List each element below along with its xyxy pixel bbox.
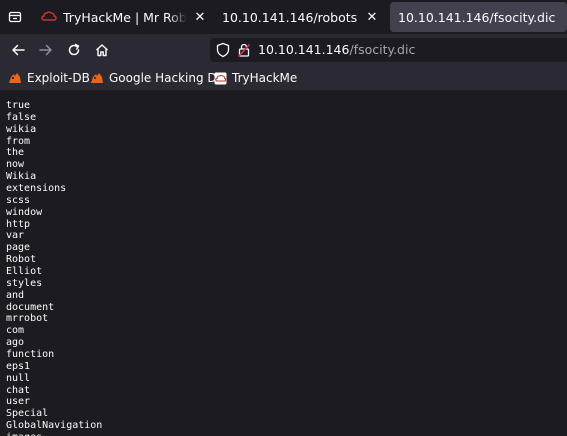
word-line: chat <box>6 384 31 396</box>
word-line: mrrobot <box>6 313 49 325</box>
word-line: GlobalNavigation <box>6 420 103 432</box>
url-host: 10.10.141.146 <box>258 42 350 57</box>
word-line: Elliot <box>6 266 43 278</box>
word-line: wikia <box>6 123 37 135</box>
close-tab-icon[interactable]: ✕ <box>364 9 380 25</box>
word-line: eps1 <box>6 360 31 372</box>
word-line: Special <box>6 408 49 420</box>
dictionary-word-list: true false wikia from the now Wikia extensions s… <box>0 90 567 436</box>
word-line: ago <box>6 337 25 349</box>
home-button[interactable] <box>90 38 114 62</box>
tab-title: 10.10.141.146/fsocity.dic <box>398 9 556 25</box>
word-line: window <box>6 206 43 218</box>
url-path: /fsocity.dic <box>349 42 416 57</box>
back-button[interactable] <box>6 38 30 62</box>
word-line: null <box>6 372 31 384</box>
list-all-tabs-button[interactable] <box>0 0 30 34</box>
word-line: the <box>6 147 25 159</box>
tryhackme-icon <box>214 72 227 85</box>
tab-strip: TryHackMe | Mr Robot CTF ✕ 10.10.141.146… <box>0 0 567 34</box>
home-icon <box>96 44 108 57</box>
bookmark-google-hacking-db[interactable]: Google Hacking DB <box>90 69 225 87</box>
arrow-right-icon <box>39 44 52 56</box>
bookmark-exploit-db[interactable]: Exploit-DB <box>8 69 90 87</box>
bookmark-label: TryHackMe <box>232 71 298 85</box>
tab-title: TryHackMe | Mr Robot CTF <box>63 9 187 25</box>
tab-fsocity-dic[interactable]: 10.10.141.146/fsocity.dic <box>390 2 567 32</box>
tab-tryhackme[interactable]: TryHackMe | Mr Robot CTF ✕ <box>34 2 214 32</box>
exploit-db-icon <box>8 72 22 84</box>
word-line: user <box>6 396 31 408</box>
arrow-left-icon <box>12 44 25 56</box>
word-line: document <box>6 301 55 313</box>
word-line: styles <box>6 277 43 289</box>
word-line: com <box>6 325 25 337</box>
word-line: page <box>6 242 31 254</box>
tryhackme-favicon-icon <box>41 10 57 24</box>
word-line: scss <box>6 194 31 206</box>
page-content: true false wikia from the now Wikia extensions s… <box>0 90 567 436</box>
word-line: function <box>6 349 55 361</box>
ghdb-icon <box>90 72 104 84</box>
tab-list-icon <box>8 11 22 23</box>
tab-title: 10.10.141.146/robots <box>222 9 358 25</box>
word-line: now <box>6 159 25 171</box>
close-tab-icon[interactable]: ✕ <box>192 9 208 25</box>
forward-button[interactable] <box>34 38 58 62</box>
word-line: extensions <box>6 183 67 195</box>
word-line: images <box>6 432 567 436</box>
word-line: and <box>6 289 25 301</box>
bookmark-tryhackme[interactable]: TryHackMe <box>214 69 297 87</box>
word-line: true <box>6 100 31 111</box>
word-line: Robot <box>6 254 37 266</box>
word-line: Wikia <box>6 171 37 183</box>
shield-icon[interactable] <box>216 42 230 62</box>
reload-icon <box>68 43 80 56</box>
word-line: var <box>6 230 25 242</box>
word-line: http <box>6 218 31 230</box>
bookmark-label: Google Hacking DB <box>109 71 225 85</box>
address-bar[interactable]: 10.10.141.146/fsocity.dic <box>210 38 567 62</box>
tab-robots[interactable]: 10.10.141.146/robots ✕ <box>214 2 386 32</box>
url-text[interactable]: 10.10.141.146/fsocity.dic <box>258 42 415 57</box>
word-line: from <box>6 135 31 147</box>
reload-button[interactable] <box>62 38 86 62</box>
word-line: false <box>6 111 37 123</box>
bookmark-label: Exploit-DB <box>27 71 90 85</box>
bookmarks-toolbar: Exploit-DB Google Hacking DB TryHackMe <box>0 66 567 90</box>
insecure-lock-icon[interactable] <box>237 42 251 62</box>
